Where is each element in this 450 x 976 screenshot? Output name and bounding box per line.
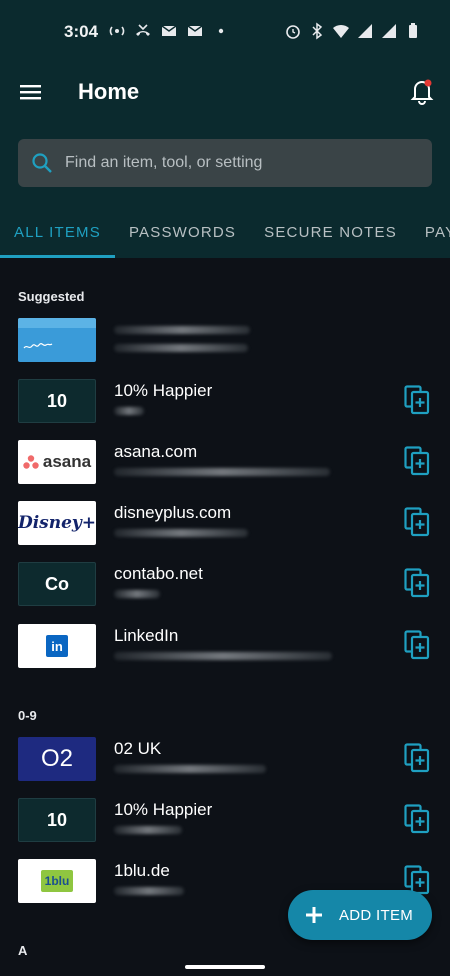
signal-icon bbox=[382, 24, 396, 38]
dot-icon bbox=[218, 28, 224, 34]
list-item[interactable]: Co contabo.net bbox=[0, 562, 450, 622]
missed-call-icon bbox=[136, 24, 150, 36]
item-thumbnail: 10 bbox=[18, 379, 96, 423]
item-thumbnail: in bbox=[18, 624, 96, 668]
home-indicator[interactable] bbox=[185, 965, 265, 969]
status-bar: 3:04 bbox=[0, 0, 450, 62]
item-subtitle-redacted bbox=[114, 887, 184, 895]
tab-all-items[interactable]: ALL ITEMS bbox=[0, 210, 115, 258]
item-subtitle-redacted bbox=[114, 529, 248, 537]
search-box[interactable] bbox=[18, 139, 432, 187]
thumbnail-text: in bbox=[51, 638, 63, 654]
search-icon bbox=[32, 153, 52, 173]
item-subtitle-redacted bbox=[114, 765, 266, 773]
item-subtitle-redacted bbox=[114, 652, 332, 660]
linkedin-logo-icon: in bbox=[46, 635, 68, 657]
status-system-icons bbox=[284, 22, 422, 40]
section-header-a: A bbox=[18, 943, 28, 958]
add-item-button[interactable]: ADD ITEM bbox=[288, 890, 432, 940]
mail-icon bbox=[187, 25, 203, 36]
add-item-label: ADD ITEM bbox=[339, 906, 414, 924]
item-list: Suggested 10 10% Happier asana asana.com… bbox=[0, 258, 450, 976]
item-title: 02 UK bbox=[114, 739, 162, 758]
item-thumbnail bbox=[18, 318, 96, 362]
tab-payment-cards[interactable]: PAYM bbox=[411, 210, 450, 258]
thumbnail-text: O2 bbox=[40, 745, 73, 772]
item-title: 1blu.de bbox=[114, 861, 170, 880]
copy-icon[interactable] bbox=[404, 804, 430, 834]
thumbnail-text: Disney+ bbox=[18, 513, 96, 533]
item-subtitle-redacted bbox=[114, 468, 330, 476]
copy-icon[interactable] bbox=[404, 568, 430, 598]
item-title: 10% Happier bbox=[114, 381, 213, 400]
item-title: LinkedIn bbox=[114, 626, 179, 645]
item-subtitle-redacted bbox=[114, 326, 250, 334]
item-subtitle-redacted bbox=[114, 590, 160, 598]
item-thumbnail: 10 bbox=[18, 798, 96, 842]
list-item[interactable]: 10 10% Happier bbox=[0, 798, 450, 858]
copy-icon[interactable] bbox=[404, 507, 430, 537]
item-title: asana.com bbox=[114, 442, 198, 461]
item-title: disneyplus.com bbox=[114, 503, 232, 522]
item-thumbnail: Co bbox=[18, 562, 96, 606]
page-title: Home bbox=[78, 79, 140, 104]
mail-icon bbox=[161, 25, 177, 36]
section-header-suggested: Suggested bbox=[18, 289, 85, 304]
signal-icon bbox=[358, 24, 372, 38]
copy-icon[interactable] bbox=[404, 446, 430, 476]
item-thumbnail: 1blu bbox=[18, 859, 96, 903]
list-item[interactable] bbox=[0, 318, 450, 378]
copy-icon[interactable] bbox=[404, 385, 430, 415]
alarm-icon bbox=[286, 25, 300, 39]
status-time: 3:04 bbox=[64, 22, 99, 41]
list-item[interactable]: O2 02 UK bbox=[0, 737, 450, 797]
asana-logo-icon bbox=[23, 455, 39, 469]
status-notifications bbox=[108, 22, 230, 40]
item-subtitle-redacted bbox=[114, 407, 144, 415]
list-item[interactable]: in LinkedIn bbox=[0, 624, 450, 684]
list-item[interactable]: Disney+ disneyplus.com bbox=[0, 501, 450, 561]
item-thumbnail: Disney+ bbox=[18, 501, 96, 545]
item-thumbnail: asana bbox=[18, 440, 96, 484]
tab-passwords[interactable]: PASSWORDS bbox=[115, 210, 250, 258]
app-bar: Home ALL ITEMS PASSWORDS SECURE NOTES PA… bbox=[0, 62, 450, 258]
item-subtitle-redacted bbox=[114, 344, 248, 352]
thumbnail-text: 1blu bbox=[44, 874, 70, 888]
list-item[interactable]: asana asana.com bbox=[0, 440, 450, 500]
hamburger-menu-icon[interactable] bbox=[16, 78, 46, 106]
item-subtitle-redacted bbox=[114, 826, 182, 834]
section-header-0-9: 0-9 bbox=[18, 708, 37, 723]
search-input[interactable] bbox=[53, 139, 432, 187]
copy-icon[interactable] bbox=[404, 743, 430, 773]
plus-icon bbox=[306, 907, 322, 923]
item-thumbnail: O2 bbox=[18, 737, 96, 781]
thumbnail-text: 10 bbox=[46, 809, 68, 830]
battery-icon bbox=[409, 23, 417, 38]
tab-bar: ALL ITEMS PASSWORDS SECURE NOTES PAYM bbox=[0, 210, 450, 258]
thumbnail-text: asana bbox=[42, 452, 92, 471]
1blu-logo-icon: 1blu bbox=[40, 870, 74, 892]
thumbnail-text: Co bbox=[45, 573, 69, 594]
card-thumbnail-icon bbox=[18, 318, 96, 349]
copy-icon[interactable] bbox=[404, 630, 430, 660]
bluetooth-icon bbox=[312, 22, 323, 40]
wifi-icon bbox=[333, 24, 349, 38]
tab-secure-notes[interactable]: SECURE NOTES bbox=[250, 210, 411, 258]
thumbnail-text: 10 bbox=[46, 390, 68, 411]
broadcast-icon bbox=[109, 26, 125, 36]
item-title: 10% Happier bbox=[114, 800, 213, 819]
notification-bell-icon[interactable] bbox=[408, 76, 436, 106]
list-item[interactable]: 10 10% Happier bbox=[0, 379, 450, 439]
item-title: contabo.net bbox=[114, 564, 203, 583]
